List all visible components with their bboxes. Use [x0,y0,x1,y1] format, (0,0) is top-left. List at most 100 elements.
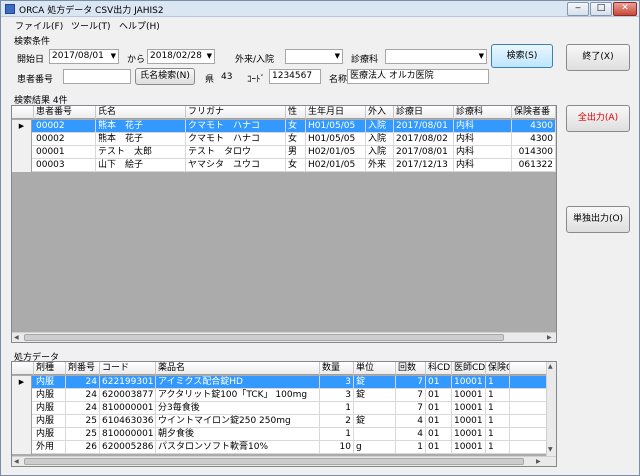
prescription-row[interactable]: 内服 25 810000001 朝夕食後 1 4 01 10001 1 [12,428,546,441]
results-cell[interactable]: 熊本 花子 [96,120,186,133]
scroll-left-icon[interactable]: ◀ [14,458,19,465]
results-cell[interactable]: クマモト ハナコ [186,133,286,146]
prescription-vertical-scrollbar[interactable]: ▲ ▼ [546,362,556,456]
results-row[interactable]: 00003 山下 絵子 ヤマシタ ユウコ女 H02/01/05 外来 2017/12/13… [12,159,556,172]
prescription-row[interactable]: 内服 24 620003877 アクタリット錠100「TCK」 100mg 3 錠 7 01 1… [12,389,546,402]
prescription-cell[interactable]: 7 [396,389,426,402]
prescription-cell[interactable]: 1 [396,441,426,454]
results-cell[interactable]: 入院 [366,120,394,133]
row-selector[interactable] [12,415,32,428]
row-selector[interactable] [12,146,32,159]
prescription-cell[interactable]: 内服 [34,389,66,402]
minimize-button[interactable]: ‒ [567,2,589,16]
prescription-column-header[interactable]: 科CD [426,362,452,375]
prescription-cell[interactable]: 610463036 [100,415,156,428]
prescription-column-header[interactable]: 剤種 [34,362,66,375]
results-cell[interactable]: 00002 [34,133,96,146]
results-cell[interactable]: 4300 [512,133,556,146]
results-column-header[interactable]: 診療日 [394,106,454,119]
patient-number-input[interactable] [63,69,131,84]
scroll-right-icon[interactable]: ▶ [536,458,541,465]
prescription-cell[interactable]: 朝夕食後 [156,428,320,441]
prescription-cell[interactable]: 1 [486,415,510,428]
results-cell[interactable]: 外来 [366,159,394,172]
prescription-row[interactable]: ▶ 内服 24 622199301 アイミクス配合錠HD 3 錠 7 01 10001 1 [12,376,546,389]
results-cell[interactable]: 女 [286,159,306,172]
prescription-cell[interactable]: 内服 [34,402,66,415]
prescription-column-header[interactable]: 数量 [320,362,354,375]
prescription-cell[interactable]: 620003877 [100,389,156,402]
results-column-header[interactable]: 外入 [366,106,394,119]
results-horizontal-scrollbar[interactable]: ◀ ▶ [12,332,556,342]
prescription-cell[interactable]: 10001 [452,441,486,454]
results-cell[interactable]: 2017/08/02 [394,133,454,146]
prescription-cell[interactable]: 01 [426,376,452,389]
prescription-cell[interactable]: 10 [320,441,354,454]
results-column-header[interactable]: 氏名 [96,106,186,119]
prescription-cell[interactable]: 7 [396,376,426,389]
results-cell[interactable]: クマモト ハナコ [186,120,286,133]
results-cell[interactable]: 4300 [512,120,556,133]
menu-tools[interactable]: ツール(T) [71,19,111,32]
prescription-row[interactable]: 内服 24 810000001 分3毎食後 1 7 01 10001 1 [12,402,546,415]
prescription-cell[interactable]: 10001 [452,376,486,389]
results-column-header[interactable]: 患者番号 [34,106,96,119]
results-cell[interactable]: H02/01/05 [306,146,366,159]
prescription-cell[interactable]: パスタロンソフト軟膏10% [156,441,320,454]
prescription-cell[interactable]: g [354,441,396,454]
scroll-left-icon[interactable]: ◀ [14,334,19,341]
prescription-cell[interactable]: 4 [396,428,426,441]
results-cell[interactable]: H01/05/05 [306,133,366,146]
results-cell[interactable]: テスト 太郎 [96,146,186,159]
prescription-cell[interactable]: 3 [320,389,354,402]
prescription-cell[interactable]: アクタリット錠100「TCK」 100mg [156,389,320,402]
scrollbar-thumb[interactable] [547,362,554,422]
prescription-cell[interactable]: 1 [486,428,510,441]
row-selector[interactable] [12,402,32,415]
department-combo[interactable]: ▼ [385,49,487,64]
prescription-cell[interactable]: 24 [66,402,100,415]
row-selector[interactable] [12,441,32,454]
prescription-row[interactable]: 内服 25 610463036 ウイントマイロン錠250 250mg 2 錠 4 01 1000… [12,415,546,428]
prescription-cell[interactable]: 10001 [452,389,486,402]
scroll-right-icon[interactable]: ▶ [547,334,552,341]
row-selector[interactable] [12,133,32,146]
results-cell[interactable]: 014300 [512,146,556,159]
visit-type-combo[interactable]: ▼ [285,49,343,64]
results-cell[interactable]: 女 [286,120,306,133]
results-cell[interactable]: 山下 絵子 [96,159,186,172]
results-cell[interactable]: 2017/08/01 [394,146,454,159]
results-cell[interactable]: 00003 [34,159,96,172]
prescription-cell[interactable]: 622199301 [100,376,156,389]
prescription-cell[interactable]: 1 [486,402,510,415]
prescription-cell[interactable]: 内服 [34,415,66,428]
prescription-cell[interactable]: 01 [426,428,452,441]
results-cell[interactable]: H02/01/05 [306,159,366,172]
results-column-header[interactable]: 保険者番 [512,106,556,119]
results-cell[interactable]: H01/05/05 [306,120,366,133]
prescription-column-header[interactable]: 剤番号 [66,362,100,375]
prescription-cell[interactable]: 7 [396,402,426,415]
row-selector[interactable]: ▶ [12,376,32,389]
scroll-up-icon[interactable]: ▲ [548,363,553,370]
prescription-cell[interactable]: 錠 [354,415,396,428]
single-output-button[interactable]: 単独出力(O) [566,206,630,233]
results-cell[interactable]: 熊本 花子 [96,133,186,146]
prescription-cell[interactable]: 26 [66,441,100,454]
prescription-column-header[interactable]: 回数 [396,362,426,375]
maximize-button[interactable]: □ [590,2,612,16]
prescription-cell[interactable]: 内服 [34,428,66,441]
results-cell[interactable]: ヤマシタ ユウコ [186,159,286,172]
all-output-button[interactable]: 全出力(A) [566,105,630,132]
prescription-cell[interactable]: 24 [66,389,100,402]
exit-button[interactable]: 終了(X) [566,44,630,71]
prescription-cell[interactable]: 分3毎食後 [156,402,320,415]
prescription-cell[interactable]: 01 [426,441,452,454]
results-cell[interactable]: 内科 [454,146,512,159]
results-cell[interactable]: 00002 [34,120,96,133]
results-cell[interactable]: 入院 [366,146,394,159]
scrollbar-thumb[interactable] [24,458,524,465]
prescription-cell[interactable]: 錠 [354,389,396,402]
prescription-column-header[interactable]: 保険C [486,362,510,375]
prescription-cell[interactable]: 4 [396,415,426,428]
